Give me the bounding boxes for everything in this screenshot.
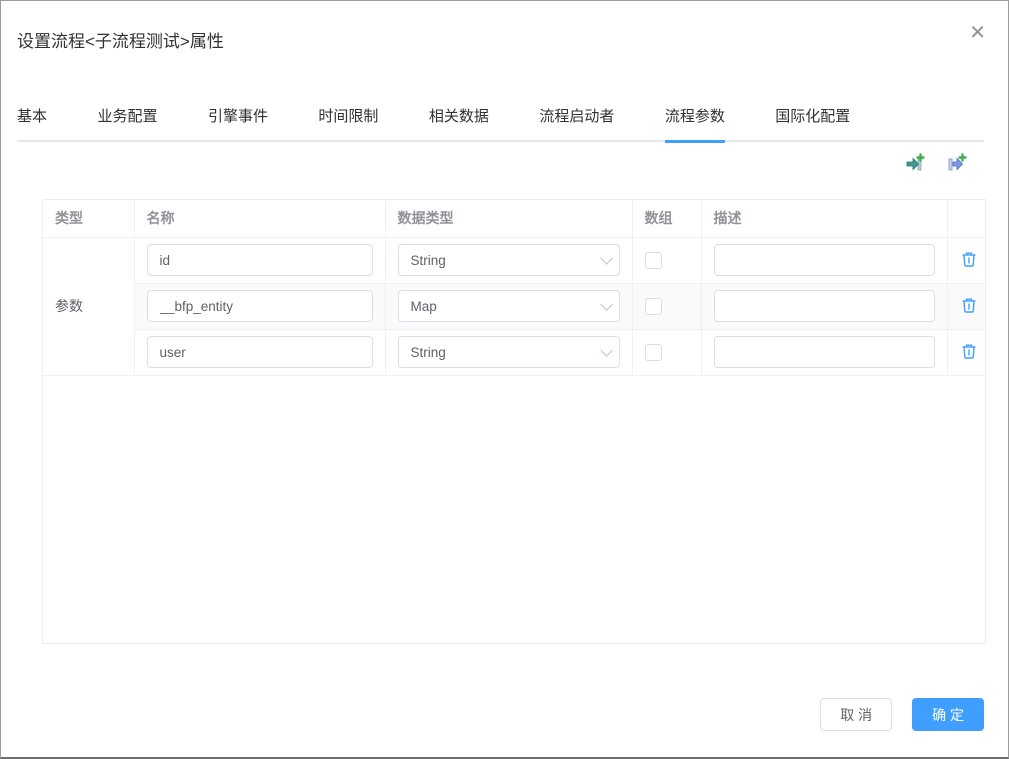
col-header-type: 类型 bbox=[43, 200, 134, 237]
close-icon[interactable]: ✕ bbox=[969, 23, 986, 43]
col-header-name: 名称 bbox=[134, 200, 385, 237]
table-toolbar bbox=[905, 153, 967, 173]
col-header-array: 数组 bbox=[632, 200, 701, 237]
add-output-parameter-icon[interactable] bbox=[947, 153, 967, 173]
col-header-description: 描述 bbox=[701, 200, 947, 237]
delete-row-icon[interactable] bbox=[960, 296, 978, 314]
tab-basic[interactable]: 基本 bbox=[17, 105, 47, 143]
delete-row-icon[interactable] bbox=[960, 342, 978, 360]
process-properties-dialog: { "dialog": { "title": "设置流程<子流程测试>属性", … bbox=[0, 0, 1009, 759]
ok-button[interactable]: 确 定 bbox=[912, 698, 984, 731]
param-datatype-value: Map bbox=[411, 299, 437, 314]
add-input-parameter-icon[interactable] bbox=[905, 153, 925, 173]
param-name-input[interactable] bbox=[147, 244, 373, 276]
chevron-down-icon bbox=[600, 344, 613, 357]
param-datatype-select[interactable]: Map bbox=[398, 290, 620, 322]
chevron-down-icon bbox=[600, 298, 613, 311]
param-name-input[interactable] bbox=[147, 336, 373, 368]
param-datatype-select[interactable]: String bbox=[398, 244, 620, 276]
param-description-input[interactable] bbox=[714, 290, 935, 322]
col-header-datatype: 数据类型 bbox=[385, 200, 632, 237]
dialog-footer: 取 消 确 定 bbox=[820, 698, 984, 731]
tab-engine-events[interactable]: 引擎事件 bbox=[208, 105, 268, 143]
param-array-checkbox[interactable] bbox=[645, 252, 662, 269]
chevron-down-icon bbox=[600, 252, 613, 265]
table-header-row: 类型 名称 数据类型 数组 描述 bbox=[43, 200, 985, 237]
table-row: String bbox=[43, 329, 985, 375]
table-row: Map bbox=[43, 283, 985, 329]
param-datatype-value: String bbox=[411, 253, 446, 268]
col-header-actions bbox=[947, 200, 985, 237]
param-datatype-value: String bbox=[411, 345, 446, 360]
tab-time-limit[interactable]: 时间限制 bbox=[318, 105, 378, 143]
cancel-button[interactable]: 取 消 bbox=[820, 698, 892, 731]
param-description-input[interactable] bbox=[714, 244, 935, 276]
table-row: 参数 String bbox=[43, 237, 985, 283]
tab-related-data[interactable]: 相关数据 bbox=[429, 105, 489, 143]
dialog-title: 设置流程<子流程测试>属性 bbox=[17, 27, 224, 52]
parameters-table: 类型 名称 数据类型 数组 描述 参数 String bbox=[42, 199, 986, 644]
tab-i18n-config[interactable]: 国际化配置 bbox=[775, 105, 850, 143]
param-array-checkbox[interactable] bbox=[645, 344, 662, 361]
param-type-label: 参数 bbox=[43, 237, 134, 375]
delete-row-icon[interactable] bbox=[960, 250, 978, 268]
param-array-checkbox[interactable] bbox=[645, 298, 662, 315]
tab-process-starter[interactable]: 流程启动者 bbox=[539, 105, 614, 143]
param-description-input[interactable] bbox=[714, 336, 935, 368]
tab-process-parameters[interactable]: 流程参数 bbox=[665, 105, 725, 143]
param-name-input[interactable] bbox=[147, 290, 373, 322]
tab-business-config[interactable]: 业务配置 bbox=[97, 105, 157, 143]
param-datatype-select[interactable]: String bbox=[398, 336, 620, 368]
tab-bar: 基本 业务配置 引擎事件 时间限制 相关数据 流程启动者 流程参数 国际化配置 bbox=[17, 104, 984, 142]
